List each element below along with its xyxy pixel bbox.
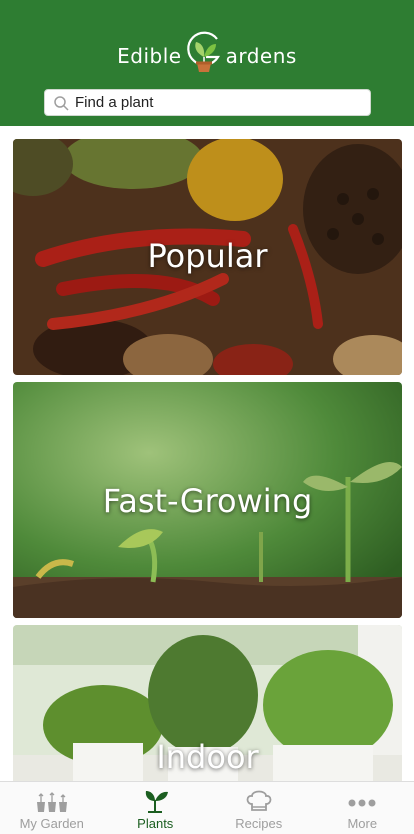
category-card-indoor[interactable]: Indoor [13, 625, 402, 781]
category-label-indoor: Indoor [13, 738, 402, 776]
category-label-popular: Popular [13, 237, 402, 275]
category-label-fast-growing: Fast-Growing [13, 482, 402, 520]
tab-more[interactable]: More [311, 782, 414, 834]
search-icon [51, 93, 71, 113]
category-card-fast-growing[interactable]: Fast-Growing [13, 382, 402, 618]
tab-my-garden[interactable]: My Garden [0, 782, 104, 834]
brand-text-right: ardens [226, 44, 297, 68]
bottom-tab-bar: My Garden Plants Recipes More [0, 781, 414, 834]
brand-text-left: Edible [117, 44, 181, 68]
brand-logo: Edible ardens [0, 26, 414, 86]
sprout-icon [138, 788, 172, 814]
search-bar[interactable] [44, 89, 371, 116]
tab-label-more: More [347, 816, 377, 831]
tab-label-recipes: Recipes [235, 816, 282, 831]
more-dots-icon [345, 788, 379, 814]
category-card-popular[interactable]: Popular [13, 139, 402, 375]
tab-label-my-garden: My Garden [20, 816, 84, 831]
plant-pots-icon [35, 788, 69, 814]
search-input[interactable] [75, 94, 355, 111]
tab-recipes[interactable]: Recipes [207, 782, 311, 834]
tab-plants[interactable]: Plants [104, 782, 208, 834]
chef-hat-icon [242, 788, 276, 814]
g-sprout-logo-icon [184, 27, 224, 77]
tab-label-plants: Plants [137, 816, 173, 831]
app-header: Edible ardens [0, 0, 414, 126]
